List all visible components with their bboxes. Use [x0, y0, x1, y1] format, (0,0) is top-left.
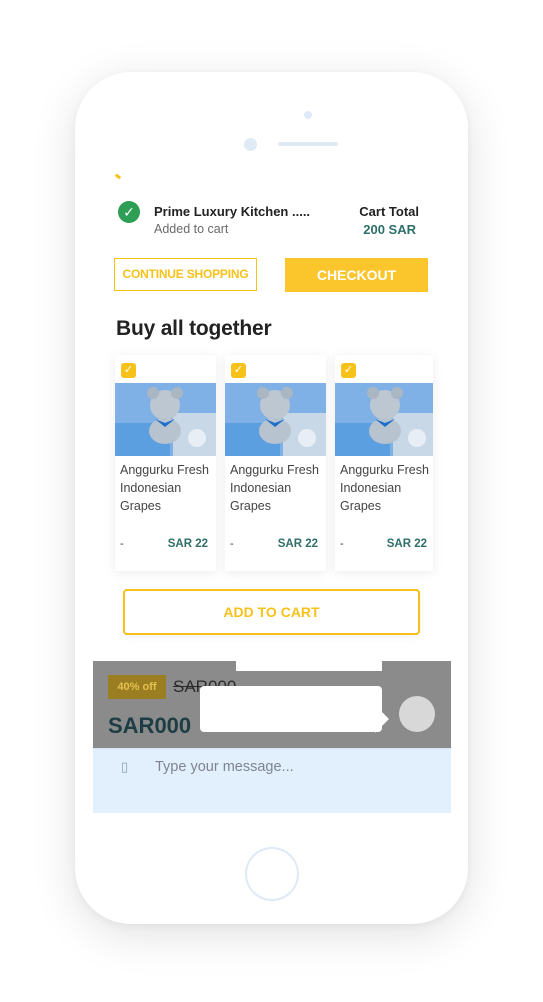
speaker-grille — [278, 142, 338, 146]
bundle-product-name: Anggurku Fresh Indonesian Grapes — [120, 463, 209, 513]
added-to-cart-notice: ✓ Prime Luxury Kitchen ..... Added to ca… — [118, 200, 428, 240]
cart-total-value: 200 SAR — [363, 222, 416, 237]
tooltip-tail — [375, 705, 389, 733]
product-image — [335, 383, 433, 456]
bundle-product-card[interactable]: ✓ Anggurku Fresh Indonesian Grapes - SAR… — [115, 355, 216, 571]
bundle-product-meta: - — [120, 538, 124, 550]
bundle-product-card[interactable]: ✓ Anggurku Fresh Indonesian Grapes - SAR… — [335, 355, 433, 571]
continue-shopping-button[interactable]: CONTINUE SHOPPING — [114, 258, 257, 291]
product-image — [115, 383, 216, 456]
checkout-button[interactable]: CHECKOUT — [285, 258, 428, 292]
chat-tooltip — [200, 686, 382, 732]
chat-input-bar: ▯ — [93, 748, 451, 813]
discount-badge: 40% off — [108, 675, 166, 699]
loading-indicator — [114, 173, 122, 180]
attachment-icon[interactable]: ▯ — [121, 759, 128, 775]
bundle-product-price: SAR 22 — [277, 538, 318, 550]
section-title: Buy all together — [116, 317, 272, 340]
bundle-product-price: SAR 22 — [167, 538, 208, 550]
add-to-cart-button[interactable]: ADD TO CART — [123, 589, 420, 635]
bundle-product-name: Anggurku Fresh Indonesian Grapes — [340, 463, 429, 513]
bundle-product-card[interactable]: ✓ Anggurku Fresh Indonesian Grapes - SAR… — [225, 355, 326, 571]
chat-avatar[interactable] — [399, 696, 435, 732]
checkbox-checked-icon[interactable]: ✓ — [231, 363, 246, 378]
bundle-product-price: SAR 22 — [386, 538, 427, 550]
product-image — [225, 383, 326, 456]
added-status: Added to cart — [154, 222, 229, 236]
bundle-product-meta: - — [340, 538, 344, 550]
camera-dot — [304, 111, 312, 119]
added-product-name: Prime Luxury Kitchen ..... — [154, 204, 311, 219]
app-screen: ✓ Prime Luxury Kitchen ..... Added to ca… — [93, 160, 451, 813]
sale-price: SAR000 — [108, 713, 192, 738]
message-input[interactable] — [155, 756, 425, 778]
check-circle-icon: ✓ — [118, 201, 140, 223]
overlay-tab — [236, 645, 382, 671]
checkbox-checked-icon[interactable]: ✓ — [341, 363, 356, 378]
cart-total-label: Cart Total — [359, 204, 419, 219]
checkbox-checked-icon[interactable]: ✓ — [121, 363, 136, 378]
front-camera — [244, 138, 257, 151]
bundle-product-name: Anggurku Fresh Indonesian Grapes — [230, 463, 319, 513]
home-button[interactable] — [245, 847, 299, 901]
bundle-product-meta: - — [230, 538, 234, 550]
